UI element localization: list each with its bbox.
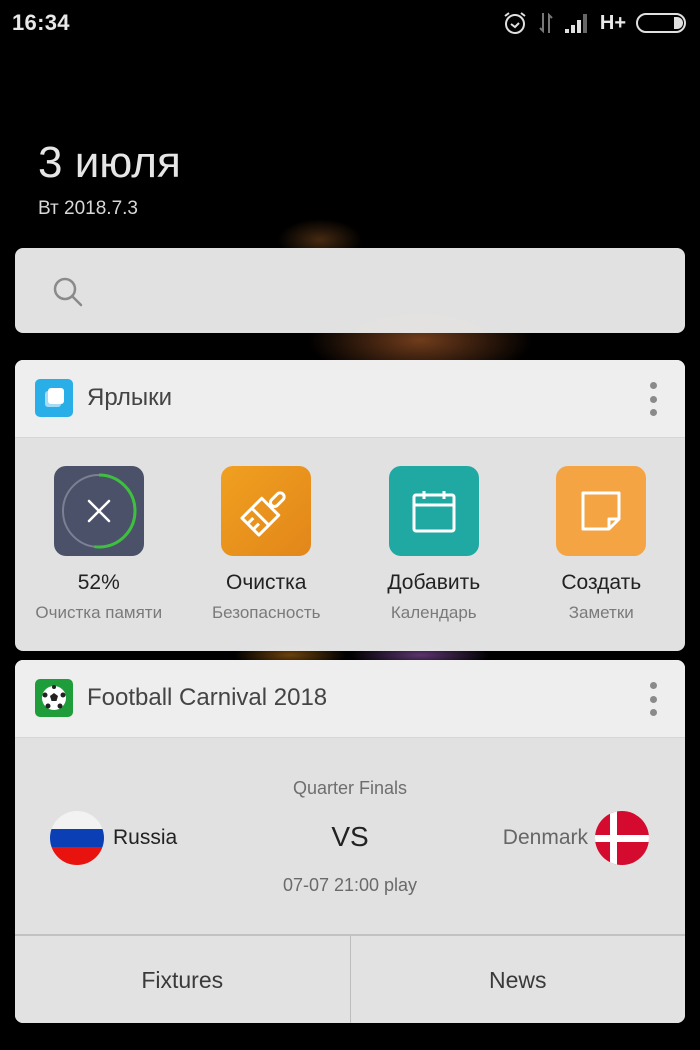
broom-icon <box>221 466 312 556</box>
data-activity-icon <box>538 11 554 35</box>
alarm-icon <box>502 10 528 36</box>
status-bar: 16:34 H+ <box>0 0 700 46</box>
football-buttons: Fixtures News <box>15 934 685 1023</box>
shortcut-label: Добавить <box>387 571 481 594</box>
football-widget-title: Football Carnival 2018 <box>87 684 328 711</box>
shortcut-label: 52% <box>77 571 120 594</box>
calendar-icon <box>388 466 479 556</box>
shortcut-memory-clean[interactable]: 52% Очистка памяти <box>15 438 183 651</box>
fixtures-button[interactable]: Fixtures <box>15 936 350 1023</box>
shortcut-label: Создать <box>561 571 642 594</box>
shortcut-sublabel: Календарь <box>390 603 477 622</box>
note-icon <box>556 466 647 556</box>
shortcut-notes[interactable]: Создать Заметки <box>518 438 686 651</box>
memory-progress-ring <box>61 473 137 549</box>
away-team: Denmark <box>502 826 588 849</box>
date-subheading: Вт 2018.7.3 <box>38 198 138 219</box>
shortcuts-widget-header: Ярлыки <box>15 360 685 438</box>
shortcut-sublabel: Очистка памяти <box>35 603 163 622</box>
shortcut-cleaner[interactable]: Очистка Безопасность <box>183 438 351 651</box>
football-widget: Football Carnival 2018 Quarter Finals Ru… <box>15 660 685 1023</box>
denmark-flag-icon <box>595 811 649 865</box>
signal-icon <box>564 12 590 34</box>
shortcut-sublabel: Безопасность <box>212 603 321 622</box>
news-button[interactable]: News <box>349 936 686 1023</box>
match-stage: Quarter Finals <box>292 778 408 798</box>
football-more-menu-icon[interactable] <box>643 682 663 716</box>
date-heading: 3 июля <box>38 138 181 187</box>
shortcut-label: Очистка <box>226 571 307 594</box>
memory-clean-icon <box>53 466 144 556</box>
battery-icon <box>636 12 688 34</box>
soccer-ball-icon <box>35 679 73 717</box>
search-bar[interactable] <box>15 248 685 333</box>
football-widget-header: Football Carnival 2018 <box>15 660 685 738</box>
shortcuts-widget: Ярлыки 52% Очистка памяти Очистка Безопа… <box>15 360 685 651</box>
match-card[interactable]: Quarter Finals Russia VS Denmark 07-07 2… <box>15 738 685 934</box>
status-icons: H+ <box>502 10 688 36</box>
search-icon <box>51 275 85 314</box>
shortcuts-widget-title: Ярлыки <box>87 384 173 411</box>
shortcuts-more-menu-icon[interactable] <box>643 382 663 416</box>
search-input[interactable] <box>95 268 659 314</box>
network-type: H+ <box>599 11 626 34</box>
shortcut-sublabel: Заметки <box>568 603 634 622</box>
shortcut-calendar[interactable]: Добавить Календарь <box>350 438 518 651</box>
status-time: 16:34 <box>12 10 70 35</box>
match-time: 07-07 21:00 play <box>282 875 418 895</box>
shortcuts-row: 52% Очистка памяти Очистка Безопасность <box>15 438 685 651</box>
shortcuts-app-icon <box>35 379 73 417</box>
